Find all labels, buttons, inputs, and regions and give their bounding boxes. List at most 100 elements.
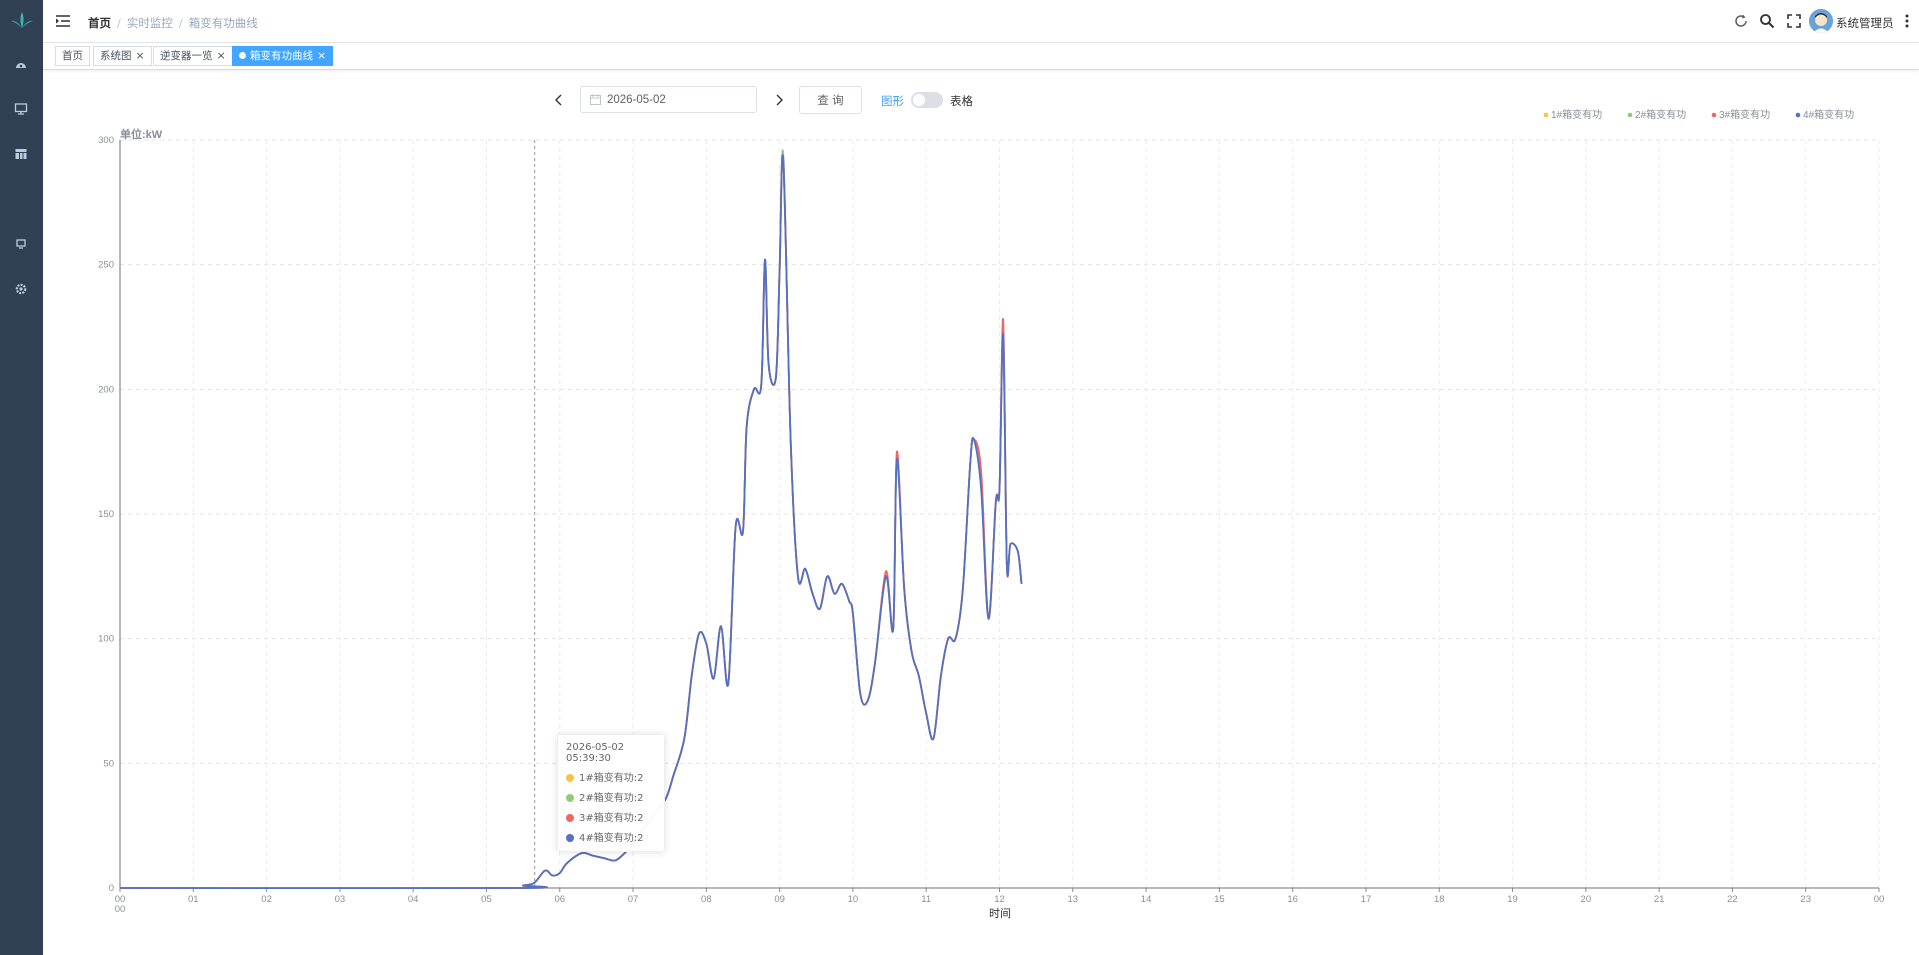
- query-toolbar: 查 询 图形 表格: [43, 70, 1919, 130]
- chart-axes: 0 50 100 150 200 250 300 00 00 01 02 03 04 05 06 07 08 09…: [98, 135, 1884, 915]
- legend-label: 4#箱变有功: [1803, 108, 1854, 121]
- x-tick-label: 22: [1727, 894, 1738, 905]
- x-axis-label: 时间: [989, 907, 1011, 920]
- view-mode-switch[interactable]: [911, 92, 943, 108]
- avatar-icon: [1809, 9, 1833, 33]
- x-tick-label: 15: [1214, 894, 1225, 905]
- legend-dot-icon: [1795, 112, 1801, 118]
- x-tick-label: 19: [1507, 894, 1518, 905]
- x-tick-label: 07: [628, 894, 639, 905]
- logo-icon: [11, 12, 33, 28]
- x-tick-label: 09: [774, 894, 785, 905]
- legend-label: 2#箱变有功: [1635, 108, 1686, 121]
- tooltip-row: 4#箱变有功:2: [566, 829, 656, 844]
- close-icon[interactable]: ×: [217, 49, 226, 62]
- legend-dot-icon: [1711, 112, 1717, 118]
- series-dot-icon: [566, 834, 574, 842]
- breadcrumb-realtime[interactable]: 实时监控: [127, 16, 173, 30]
- breadcrumb-home[interactable]: 首页: [88, 16, 111, 30]
- legend-label: 1#箱变有功: [1551, 108, 1602, 121]
- y-tick-label: 0: [109, 883, 114, 894]
- x-tick-label: 02: [261, 894, 272, 905]
- report-icon[interactable]: [14, 237, 28, 251]
- series-dot-icon: [566, 814, 574, 822]
- tooltip-row: 2#箱变有功:2: [566, 789, 656, 804]
- series-dot-icon: [566, 774, 574, 782]
- tag-label: 系统图: [100, 50, 132, 62]
- breadcrumb-separator: /: [178, 16, 183, 30]
- x-tick-label: 01: [188, 894, 199, 905]
- breadcrumb-current: 箱变有功曲线: [188, 16, 258, 30]
- x-tick-label: 08: [701, 894, 712, 905]
- x-tick-label: 13: [1068, 894, 1079, 905]
- menu-toggle-icon[interactable]: [55, 14, 71, 28]
- fullscreen-icon[interactable]: [1786, 13, 1802, 29]
- tooltip-value: 2#箱变有功:2: [579, 793, 644, 804]
- date-input[interactable]: [607, 90, 747, 109]
- next-day-icon[interactable]: [771, 92, 787, 108]
- dashboard-icon[interactable]: [14, 57, 28, 71]
- tooltip-value: 3#箱变有功:2: [579, 813, 644, 824]
- tag-label: 逆变器一览: [160, 50, 213, 62]
- x-tick-label: 11: [921, 894, 931, 905]
- y-axis-unit-label: 单位:kW: [120, 127, 163, 141]
- navbar: 首页 / 实时监控 / 箱变有功曲线 系统管理员: [43, 0, 1919, 43]
- legend-item-1[interactable]: 1#箱变有功: [1543, 108, 1602, 121]
- date-picker[interactable]: [580, 86, 757, 113]
- legend-item-4[interactable]: 4#箱变有功: [1795, 108, 1854, 121]
- x-tick-label: 12: [994, 894, 1005, 905]
- close-icon[interactable]: ×: [136, 49, 145, 62]
- avatar[interactable]: [1809, 9, 1833, 33]
- gear-icon[interactable]: [14, 282, 28, 296]
- breadcrumb-separator: /: [117, 16, 121, 30]
- switch-knob: [913, 94, 925, 106]
- tag-system-diagram[interactable]: 系统图 ×: [93, 46, 152, 66]
- legend-item-3[interactable]: 3#箱变有功: [1711, 108, 1770, 121]
- tooltip-row: 1#箱变有功:2: [566, 769, 656, 784]
- tooltip-value: 4#箱变有功:2: [579, 833, 644, 844]
- x-tick-label: 04: [408, 894, 419, 905]
- series-dot-icon: [566, 794, 574, 802]
- x-tick-label: 00: [1874, 894, 1885, 905]
- more-vertical-icon[interactable]: [1904, 13, 1910, 29]
- x-tick-label: 03: [335, 894, 346, 905]
- monitor-icon[interactable]: [14, 102, 28, 116]
- chart-grid: [120, 139, 1880, 888]
- search-icon[interactable]: [1759, 13, 1775, 29]
- active-dot-icon: [239, 52, 246, 59]
- breadcrumb: 首页 / 实时监控 / 箱变有功曲线: [88, 15, 258, 31]
- x-tick-label: 23: [1800, 894, 1811, 905]
- x-tick-label: 10: [848, 894, 859, 905]
- tooltip-row: 3#箱变有功:2: [566, 809, 656, 824]
- tag-home[interactable]: 首页: [55, 46, 90, 66]
- x-tick-label: 20: [1581, 894, 1592, 905]
- tag-label: 箱变有功曲线: [250, 50, 313, 62]
- tag-inverter-list[interactable]: 逆变器一览 ×: [153, 46, 233, 66]
- query-button[interactable]: 查 询: [799, 86, 862, 114]
- graph-view-label[interactable]: 图形: [881, 93, 904, 109]
- x-tick-label: 17: [1361, 894, 1372, 905]
- prev-day-icon[interactable]: [551, 92, 567, 108]
- y-tick-label: 100: [98, 634, 114, 645]
- y-tick-label: 200: [98, 384, 114, 395]
- power-curve-chart: 0 50 100 150 200 250 300 00 00 01 02 03 04 05 06 07 08 09…: [98, 108, 1884, 920]
- refresh-icon[interactable]: [1733, 13, 1749, 29]
- sidebar: [0, 0, 43, 955]
- x-tick-label: 05: [481, 894, 492, 905]
- table-icon[interactable]: [14, 147, 28, 161]
- tags-view: 首页 系统图 × 逆变器一览 × 箱变有功曲线 ×: [43, 43, 1919, 70]
- y-tick-label: 300: [98, 135, 114, 146]
- legend-dot-icon: [1627, 112, 1633, 118]
- x-tick-label: 14: [1141, 894, 1152, 905]
- calendar-icon: [590, 94, 601, 105]
- tooltip-time: 2026-05-02 05:39:30: [566, 742, 625, 764]
- legend-item-2[interactable]: 2#箱变有功: [1627, 108, 1686, 121]
- tooltip-value: 1#箱变有功:2: [579, 773, 644, 784]
- table-view-label[interactable]: 表格: [950, 93, 973, 109]
- x-tick-label: 18: [1434, 894, 1445, 905]
- close-icon[interactable]: ×: [317, 49, 326, 62]
- tag-transformer-power-curve[interactable]: 箱变有功曲线 ×: [232, 46, 334, 66]
- x-tick-label: 06: [554, 894, 565, 905]
- x-tick-label: 21: [1654, 894, 1665, 905]
- username[interactable]: 系统管理员: [1836, 15, 1894, 31]
